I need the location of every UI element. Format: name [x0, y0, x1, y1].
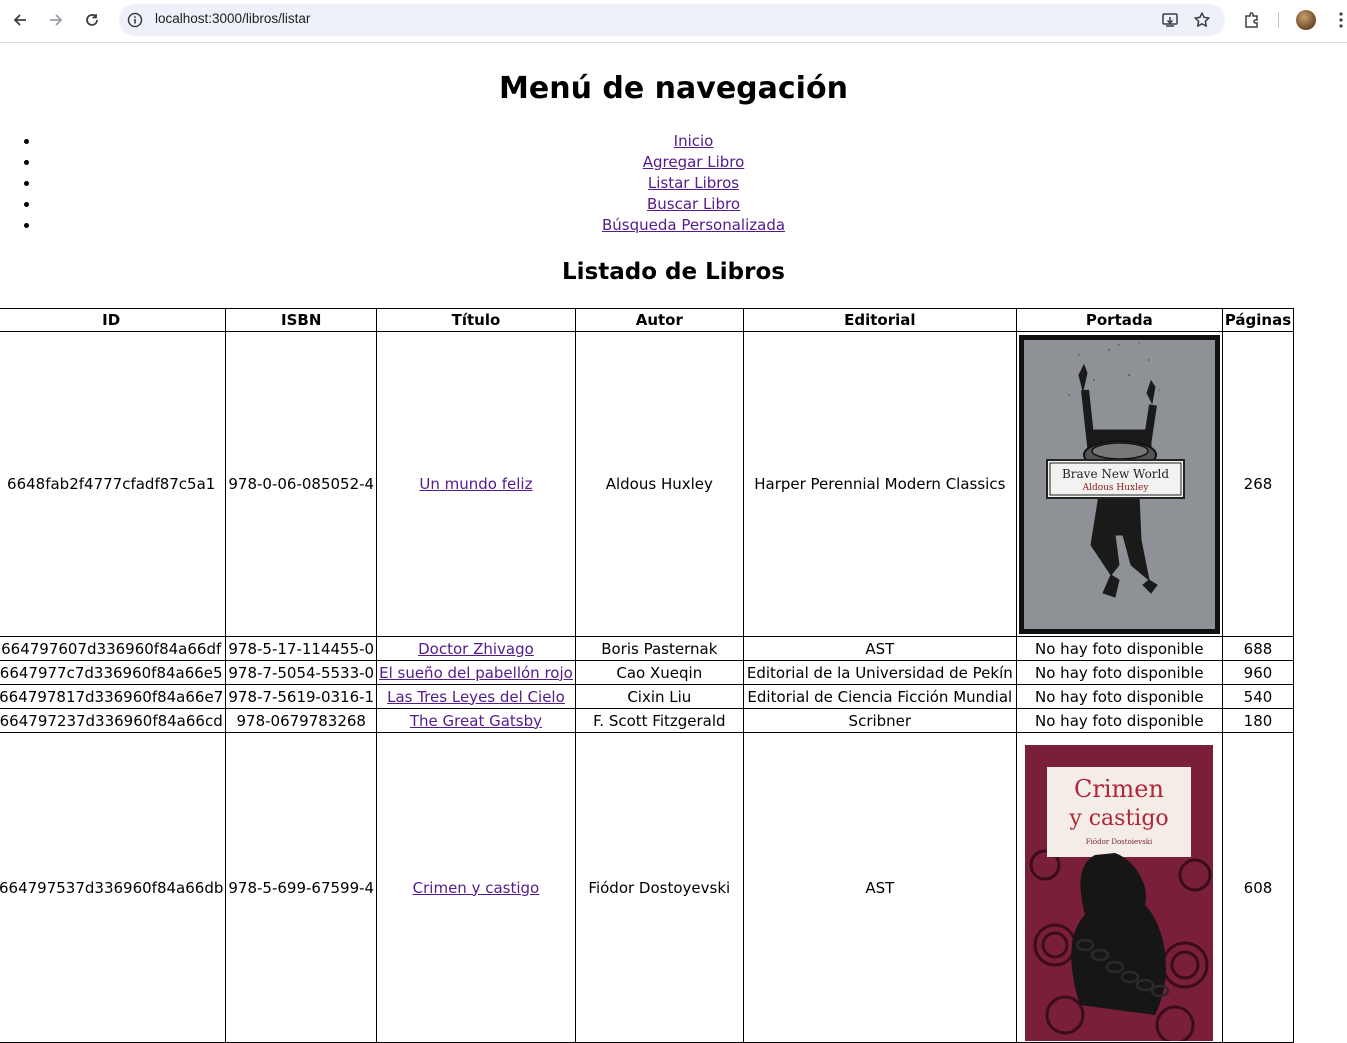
cell-editorial: Editorial de la Universidad de Pekín [742, 660, 1017, 685]
cell-id: 664797817d336960f84a66e7 [0, 684, 227, 709]
cell-autor: Fiódor Dostoyevski [574, 732, 744, 1043]
cell-portada: Crimen y castigo Fiódor Dostoievski [1015, 732, 1223, 1043]
cell-isbn: 978-0679783268 [225, 708, 378, 733]
book-title-link[interactable]: Las Tres Leyes del Cielo [387, 688, 565, 706]
book-cover-crimen-y-castigo: Crimen y castigo Fiódor Dostoievski [1025, 745, 1214, 1041]
nav-link-inicio[interactable]: Inicio [674, 132, 714, 150]
cell-portada: No hay foto disponible [1015, 636, 1223, 661]
cell-portada: No hay foto disponible [1015, 708, 1223, 733]
header-autor: Autor [574, 308, 744, 332]
cell-editorial: AST [742, 636, 1017, 661]
table-row: 664797537d336960f84a66db 978-5-699-67599… [0, 732, 1295, 1043]
browser-toolbar: localhost:3000/libros/listar [0, 0, 1347, 43]
cell-paginas: 180 [1221, 708, 1295, 733]
cover-author: Aldous Huxley [1081, 483, 1149, 493]
table-row: 664797237d336960f84a66cd 978-0679783268 … [0, 708, 1295, 733]
cell-portada: No hay foto disponible [1015, 660, 1223, 685]
install-app-icon[interactable] [1161, 11, 1179, 33]
profile-avatar[interactable] [1296, 10, 1316, 30]
cell-autor: Cao Xueqin [574, 660, 744, 685]
book-title-link[interactable]: Crimen y castigo [413, 879, 540, 897]
back-icon[interactable] [10, 10, 30, 30]
url-text: localhost:3000/libros/listar [155, 11, 311, 26]
nav-item: Listar Libros [40, 173, 1347, 194]
cell-isbn: 978-7-5619-0316-1 [225, 684, 378, 709]
nav-menu: Inicio Agregar Libro Listar Libros Busca… [0, 131, 1347, 236]
nav-item: Búsqueda Personalizada [40, 215, 1347, 236]
header-titulo: Título [376, 308, 576, 332]
toolbar-divider [1278, 12, 1279, 28]
cover-title-line1: Crimen [1074, 775, 1164, 803]
bookmark-star-icon[interactable] [1193, 11, 1211, 33]
nav-link-listar-libros[interactable]: Listar Libros [648, 174, 739, 192]
book-title-link[interactable]: El sueño del pabellón rojo [379, 664, 573, 682]
cell-titulo: Las Tres Leyes del Cielo [376, 684, 576, 709]
cell-paginas: 608 [1221, 732, 1295, 1043]
cell-titulo: Doctor Zhivago [376, 636, 576, 661]
nav-title: Menú de navegación [499, 71, 848, 106]
cell-titulo: Un mundo feliz [376, 331, 576, 637]
nav-link-agregar-libro[interactable]: Agregar Libro [643, 153, 745, 171]
table-row: 6647977c7d336960f84a66e5 978-7-5054-5533… [0, 660, 1295, 685]
nav-item: Inicio [40, 131, 1347, 152]
header-id: ID [0, 308, 227, 332]
header-isbn: ISBN [225, 308, 378, 332]
cell-id: 664797237d336960f84a66cd [0, 708, 227, 733]
header-paginas: Páginas [1221, 308, 1295, 332]
cell-isbn: 978-7-5054-5533-0 [225, 660, 378, 685]
cell-titulo: El sueño del pabellón rojo [376, 660, 576, 685]
forward-icon[interactable] [46, 10, 66, 30]
cover-title-line2: y castigo [1069, 806, 1169, 831]
cell-editorial: Editorial de Ciencia Ficción Mundial [742, 684, 1017, 709]
cover-author: Fiódor Dostoievski [1086, 838, 1153, 846]
cell-id: 664797607d336960f84a66df [0, 636, 227, 661]
header-editorial: Editorial [742, 308, 1017, 332]
cell-autor: F. Scott Fitzgerald [574, 708, 744, 733]
nav-link-buscar-libro[interactable]: Buscar Libro [647, 195, 740, 213]
cell-paginas: 960 [1221, 660, 1295, 685]
nav-link-busqueda-personalizada[interactable]: Búsqueda Personalizada [602, 216, 785, 234]
book-title-link[interactable]: Doctor Zhivago [418, 640, 534, 658]
cell-editorial: Scribner [742, 708, 1017, 733]
header-portada: Portada [1015, 308, 1223, 332]
reload-icon[interactable] [82, 10, 102, 30]
cell-isbn: 978-5-699-67599-4 [225, 732, 378, 1043]
book-cover-brave-new-world: Brave New World Aldous Huxley [1018, 334, 1220, 634]
table-row: 664797817d336960f84a66e7 978-7-5619-0316… [0, 684, 1295, 709]
cell-autor: Aldous Huxley [574, 331, 744, 637]
site-info-icon[interactable] [127, 12, 143, 32]
cell-titulo: The Great Gatsby [376, 708, 576, 733]
cell-isbn: 978-5-17-114455-0 [225, 636, 378, 661]
cell-paginas: 540 [1221, 684, 1295, 709]
nav-item: Buscar Libro [40, 194, 1347, 215]
cover-title: Brave New World [1062, 467, 1169, 481]
cell-paginas: 688 [1221, 636, 1295, 661]
cell-editorial: Harper Perennial Modern Classics [742, 331, 1017, 637]
book-title-link[interactable]: Un mundo feliz [419, 475, 532, 493]
address-bar[interactable]: localhost:3000/libros/listar [119, 4, 1225, 36]
cell-editorial: AST [742, 732, 1017, 1043]
extensions-icon[interactable] [1242, 10, 1262, 30]
cell-id: 6648fab2f4777cfadf87c5a1 [0, 331, 227, 637]
cell-portada: No hay foto disponible [1015, 684, 1223, 709]
cell-id: 664797537d336960f84a66db [0, 732, 227, 1043]
books-table: ID ISBN Título Autor Editorial Portada P… [0, 308, 1295, 1043]
nav-item: Agregar Libro [40, 152, 1347, 173]
cell-paginas: 268 [1221, 331, 1295, 637]
table-header-row: ID ISBN Título Autor Editorial Portada P… [0, 308, 1295, 332]
list-title: Listado de Libros [562, 259, 785, 285]
cell-id: 6647977c7d336960f84a66e5 [0, 660, 227, 685]
table-row: 6648fab2f4777cfadf87c5a1 978-0-06-085052… [0, 331, 1295, 637]
menu-kebab-icon[interactable] [1331, 10, 1347, 30]
cell-autor: Cixin Liu [574, 684, 744, 709]
cell-portada: Brave New World Aldous Huxley [1015, 331, 1223, 637]
cell-titulo: Crimen y castigo [376, 732, 576, 1043]
table-row: 664797607d336960f84a66df 978-5-17-114455… [0, 636, 1295, 661]
cell-isbn: 978-0-06-085052-4 [225, 331, 378, 637]
cell-autor: Boris Pasternak [574, 636, 744, 661]
book-title-link[interactable]: The Great Gatsby [410, 712, 542, 730]
